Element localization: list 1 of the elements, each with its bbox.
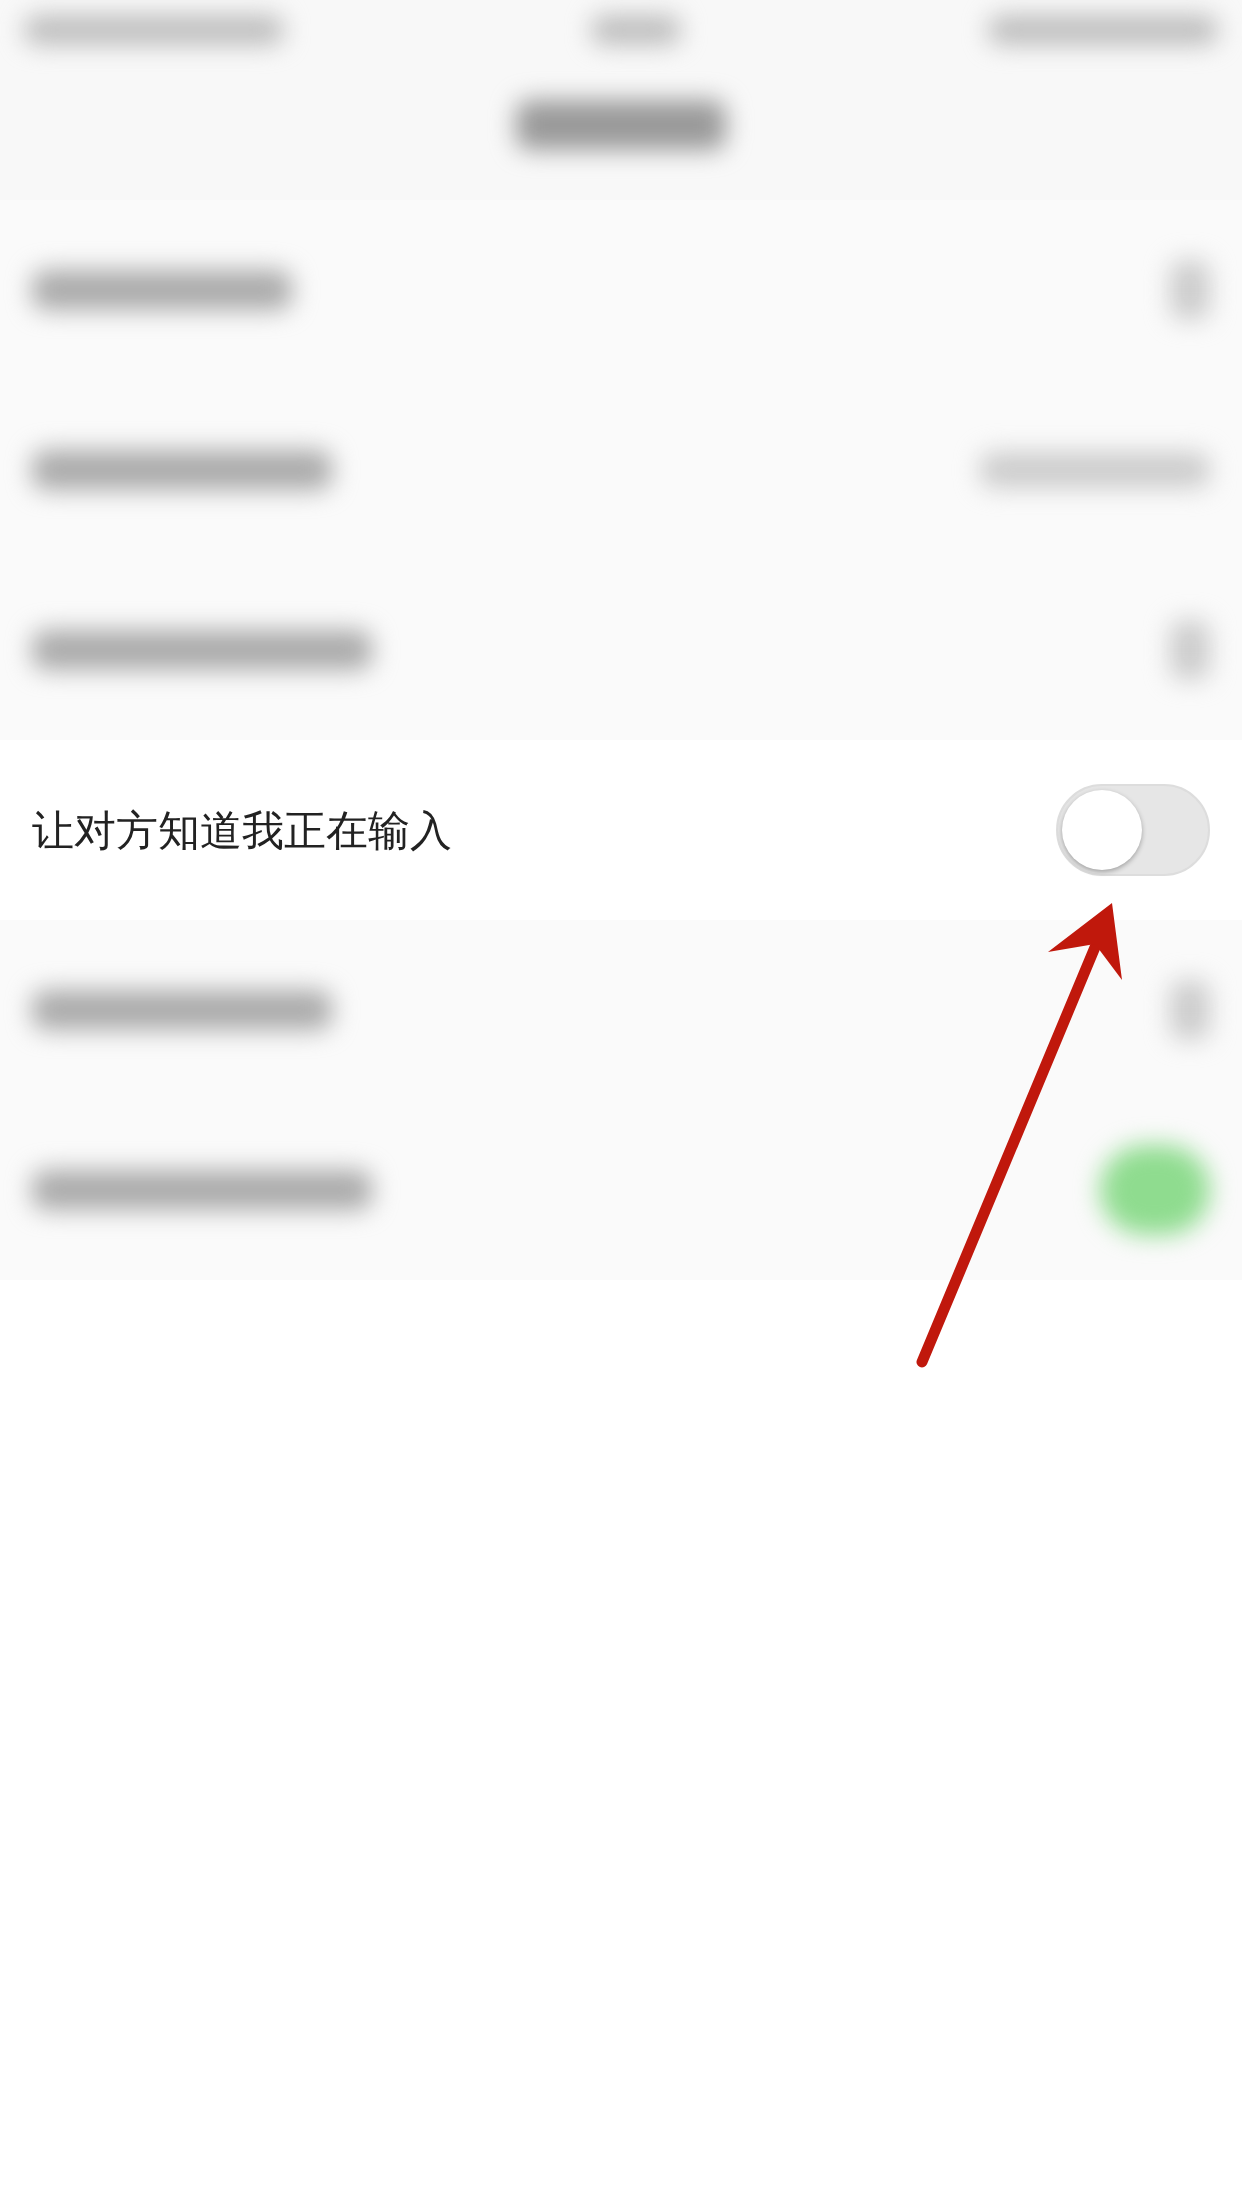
setting-label: 让对方知道我正在输入 [32,804,452,857]
